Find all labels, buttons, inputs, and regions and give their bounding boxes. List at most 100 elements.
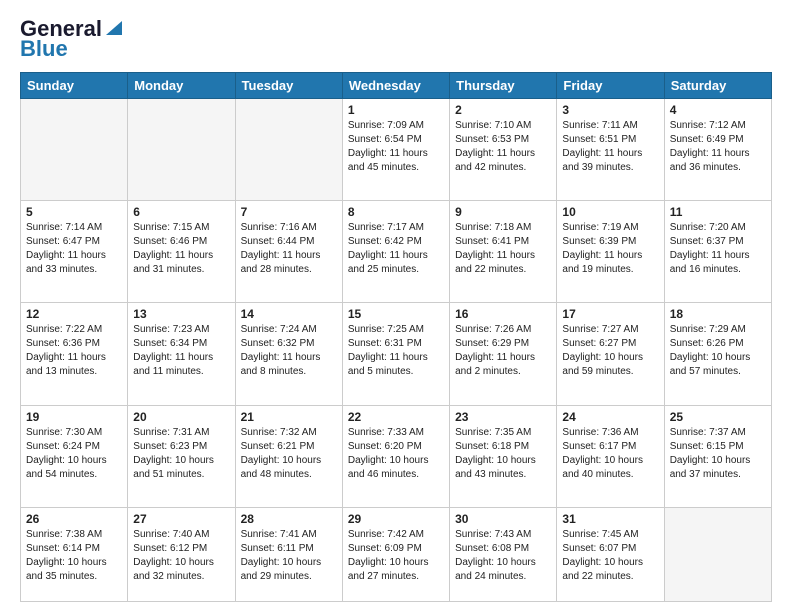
calendar-week-row: 26 Sunrise: 7:38 AM Sunset: 6:14 PM Dayli… — [21, 507, 772, 601]
day-info: Sunrise: 7:25 AM Sunset: 6:31 PM Dayligh… — [348, 323, 444, 379]
day-info: Sunrise: 7:22 AM Sunset: 6:36 PM Dayligh… — [26, 323, 122, 379]
calendar-header-row: SundayMondayTuesdayWednesdayThursdayFrid… — [21, 73, 772, 99]
calendar-day-cell: 21 Sunrise: 7:32 AM Sunset: 6:21 PM Dayli… — [235, 405, 342, 507]
logo-arrow-icon — [106, 17, 122, 35]
day-number: 9 — [455, 205, 551, 219]
day-number: 28 — [241, 512, 337, 526]
calendar-table: SundayMondayTuesdayWednesdayThursdayFrid… — [20, 72, 772, 602]
day-info: Sunrise: 7:45 AM Sunset: 6:07 PM Dayligh… — [562, 528, 658, 584]
calendar-day-cell: 20 Sunrise: 7:31 AM Sunset: 6:23 PM Dayli… — [128, 405, 235, 507]
calendar-day-cell: 3Sunrise: 7:11 AM Sunset: 6:51 PM Daylig… — [557, 99, 664, 201]
calendar-day-cell: 5 Sunrise: 7:14 AM Sunset: 6:47 PM Daylig… — [21, 201, 128, 303]
day-number: 20 — [133, 410, 229, 424]
day-info: Sunrise: 7:09 AM Sunset: 6:54 PM Dayligh… — [348, 119, 444, 175]
calendar-day-cell: 11 Sunrise: 7:20 AM Sunset: 6:37 PM Dayli… — [664, 201, 771, 303]
calendar-day-cell: 25 Sunrise: 7:37 AM Sunset: 6:15 PM Dayli… — [664, 405, 771, 507]
day-number: 21 — [241, 410, 337, 424]
day-of-week-header: Friday — [557, 73, 664, 99]
day-number: 14 — [241, 307, 337, 321]
calendar-day-cell: 2Sunrise: 7:10 AM Sunset: 6:53 PM Daylig… — [450, 99, 557, 201]
day-info: Sunrise: 7:11 AM Sunset: 6:51 PM Dayligh… — [562, 119, 658, 175]
calendar-day-cell: 8 Sunrise: 7:17 AM Sunset: 6:42 PM Daylig… — [342, 201, 449, 303]
calendar-day-cell: 15 Sunrise: 7:25 AM Sunset: 6:31 PM Dayli… — [342, 303, 449, 405]
day-number: 15 — [348, 307, 444, 321]
calendar-day-cell: 9Sunrise: 7:18 AM Sunset: 6:41 PM Daylig… — [450, 201, 557, 303]
day-info: Sunrise: 7:43 AM Sunset: 6:08 PM Dayligh… — [455, 528, 551, 584]
day-number: 7 — [241, 205, 337, 219]
calendar-day-cell: 18 Sunrise: 7:29 AM Sunset: 6:26 PM Dayli… — [664, 303, 771, 405]
calendar-day-cell: 16 Sunrise: 7:26 AM Sunset: 6:29 PM Dayli… — [450, 303, 557, 405]
day-of-week-header: Thursday — [450, 73, 557, 99]
calendar-day-cell: 13 Sunrise: 7:23 AM Sunset: 6:34 PM Dayli… — [128, 303, 235, 405]
day-of-week-header: Monday — [128, 73, 235, 99]
day-info: Sunrise: 7:20 AM Sunset: 6:37 PM Dayligh… — [670, 221, 766, 277]
day-info: Sunrise: 7:42 AM Sunset: 6:09 PM Dayligh… — [348, 528, 444, 584]
calendar-day-cell: 19 Sunrise: 7:30 AM Sunset: 6:24 PM Dayli… — [21, 405, 128, 507]
calendar-week-row: 12 Sunrise: 7:22 AM Sunset: 6:36 PM Dayli… — [21, 303, 772, 405]
day-info: Sunrise: 7:38 AM Sunset: 6:14 PM Dayligh… — [26, 528, 122, 584]
day-number: 29 — [348, 512, 444, 526]
day-info: Sunrise: 7:15 AM Sunset: 6:46 PM Dayligh… — [133, 221, 229, 277]
calendar-day-cell: 26 Sunrise: 7:38 AM Sunset: 6:14 PM Dayli… — [21, 507, 128, 601]
calendar-day-cell — [128, 99, 235, 201]
header: General Blue — [20, 16, 772, 62]
day-number: 16 — [455, 307, 551, 321]
day-number: 8 — [348, 205, 444, 219]
day-number: 27 — [133, 512, 229, 526]
day-of-week-header: Saturday — [664, 73, 771, 99]
day-of-week-header: Wednesday — [342, 73, 449, 99]
calendar-day-cell: 22 Sunrise: 7:33 AM Sunset: 6:20 PM Dayli… — [342, 405, 449, 507]
calendar-day-cell: 31Sunrise: 7:45 AM Sunset: 6:07 PM Dayli… — [557, 507, 664, 601]
day-number: 23 — [455, 410, 551, 424]
day-number: 19 — [26, 410, 122, 424]
day-info: Sunrise: 7:31 AM Sunset: 6:23 PM Dayligh… — [133, 426, 229, 482]
day-info: Sunrise: 7:33 AM Sunset: 6:20 PM Dayligh… — [348, 426, 444, 482]
logo: General Blue — [20, 16, 122, 62]
calendar-day-cell — [21, 99, 128, 201]
day-number: 1 — [348, 103, 444, 117]
calendar-day-cell: 24 Sunrise: 7:36 AM Sunset: 6:17 PM Dayli… — [557, 405, 664, 507]
day-number: 13 — [133, 307, 229, 321]
day-info: Sunrise: 7:29 AM Sunset: 6:26 PM Dayligh… — [670, 323, 766, 379]
day-number: 2 — [455, 103, 551, 117]
day-number: 10 — [562, 205, 658, 219]
day-info: Sunrise: 7:40 AM Sunset: 6:12 PM Dayligh… — [133, 528, 229, 584]
day-info: Sunrise: 7:41 AM Sunset: 6:11 PM Dayligh… — [241, 528, 337, 584]
day-number: 11 — [670, 205, 766, 219]
day-number: 12 — [26, 307, 122, 321]
day-number: 5 — [26, 205, 122, 219]
calendar-day-cell: 1 Sunrise: 7:09 AM Sunset: 6:54 PM Daylig… — [342, 99, 449, 201]
calendar-day-cell: 23Sunrise: 7:35 AM Sunset: 6:18 PM Dayli… — [450, 405, 557, 507]
day-info: Sunrise: 7:17 AM Sunset: 6:42 PM Dayligh… — [348, 221, 444, 277]
calendar-day-cell: 17Sunrise: 7:27 AM Sunset: 6:27 PM Dayli… — [557, 303, 664, 405]
day-number: 22 — [348, 410, 444, 424]
day-info: Sunrise: 7:24 AM Sunset: 6:32 PM Dayligh… — [241, 323, 337, 379]
day-number: 26 — [26, 512, 122, 526]
day-info: Sunrise: 7:30 AM Sunset: 6:24 PM Dayligh… — [26, 426, 122, 482]
calendar-day-cell: 27 Sunrise: 7:40 AM Sunset: 6:12 PM Dayli… — [128, 507, 235, 601]
calendar-day-cell: 30Sunrise: 7:43 AM Sunset: 6:08 PM Dayli… — [450, 507, 557, 601]
day-info: Sunrise: 7:19 AM Sunset: 6:39 PM Dayligh… — [562, 221, 658, 277]
day-info: Sunrise: 7:32 AM Sunset: 6:21 PM Dayligh… — [241, 426, 337, 482]
day-info: Sunrise: 7:27 AM Sunset: 6:27 PM Dayligh… — [562, 323, 658, 379]
day-info: Sunrise: 7:37 AM Sunset: 6:15 PM Dayligh… — [670, 426, 766, 482]
calendar-day-cell: 29 Sunrise: 7:42 AM Sunset: 6:09 PM Dayli… — [342, 507, 449, 601]
calendar-day-cell — [235, 99, 342, 201]
calendar-day-cell: 6 Sunrise: 7:15 AM Sunset: 6:46 PM Daylig… — [128, 201, 235, 303]
day-number: 4 — [670, 103, 766, 117]
page: General Blue SundayMondayTuesdayWednesda… — [0, 0, 792, 612]
day-number: 18 — [670, 307, 766, 321]
day-number: 24 — [562, 410, 658, 424]
day-info: Sunrise: 7:23 AM Sunset: 6:34 PM Dayligh… — [133, 323, 229, 379]
day-info: Sunrise: 7:26 AM Sunset: 6:29 PM Dayligh… — [455, 323, 551, 379]
day-of-week-header: Tuesday — [235, 73, 342, 99]
day-of-week-header: Sunday — [21, 73, 128, 99]
day-info: Sunrise: 7:36 AM Sunset: 6:17 PM Dayligh… — [562, 426, 658, 482]
day-info: Sunrise: 7:14 AM Sunset: 6:47 PM Dayligh… — [26, 221, 122, 277]
calendar-day-cell: 4 Sunrise: 7:12 AM Sunset: 6:49 PM Daylig… — [664, 99, 771, 201]
day-number: 25 — [670, 410, 766, 424]
day-info: Sunrise: 7:12 AM Sunset: 6:49 PM Dayligh… — [670, 119, 766, 175]
calendar-day-cell: 10 Sunrise: 7:19 AM Sunset: 6:39 PM Dayli… — [557, 201, 664, 303]
day-number: 6 — [133, 205, 229, 219]
logo-blue-text: Blue — [20, 36, 68, 62]
